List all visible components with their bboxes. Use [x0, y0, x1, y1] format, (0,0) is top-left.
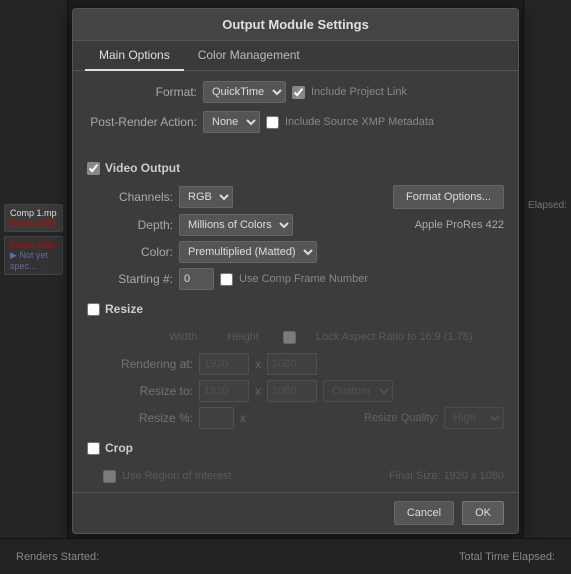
video-output-content: Channels: RGB Format Options... Depth: M…: [87, 185, 504, 290]
video-output-label: Video Output: [105, 161, 180, 175]
elapsed-label: Elapsed:: [528, 200, 567, 211]
use-region-checkbox[interactable]: [103, 470, 116, 483]
renders-started-section: Renders Started:: [16, 551, 99, 563]
resize-to-preset-select[interactable]: Custom: [323, 380, 393, 402]
resize-pct-row: Resize %: x Resize Quality: High: [103, 407, 504, 429]
crop-header: Crop: [87, 441, 504, 455]
rendering-at-row: Rendering at: x: [103, 353, 504, 375]
video-output-header: Video Output: [87, 161, 504, 175]
cancel-button[interactable]: Cancel: [394, 501, 454, 525]
width-col-label: Width: [163, 331, 203, 343]
lock-aspect-checkbox[interactable]: [283, 331, 296, 344]
color-row: Color: Premultiplied (Matted): [103, 241, 504, 263]
starting-num-input[interactable]: [179, 268, 214, 290]
channels-select[interactable]: RGB: [179, 186, 233, 208]
starting-num-label: Starting #:: [103, 272, 173, 286]
resize-header: Resize: [87, 302, 504, 316]
resize-pct-label: Resize %:: [103, 411, 193, 425]
format-select[interactable]: QuickTime: [203, 81, 286, 103]
crop-label: Crop: [105, 441, 133, 455]
renders-started-label: Renders Started:: [16, 551, 99, 563]
height-col-label: Height: [223, 331, 263, 343]
crop-content: Use Region of Interest Final Size: 1920 …: [87, 465, 504, 492]
dialog-body: Format: QuickTime Include Project Link P…: [73, 71, 518, 492]
format-row: Format: QuickTime Include Project Link: [87, 81, 504, 103]
resize-pct-w-input[interactable]: [199, 407, 234, 429]
include-source-xmp-checkbox[interactable]: [266, 116, 279, 129]
channels-row: Channels: RGB Format Options...: [103, 185, 504, 209]
resize-to-row: Resize to: x Custom: [103, 380, 504, 402]
resize-quality-select[interactable]: High: [444, 407, 504, 429]
starting-num-row: Starting #: Use Comp Frame Number: [103, 268, 504, 290]
resize-checkbox[interactable]: [87, 303, 100, 316]
resize-to-w-input[interactable]: [199, 380, 249, 402]
format-label: Format:: [87, 85, 197, 99]
use-comp-frame-label: Use Comp Frame Number: [239, 273, 368, 285]
channels-label: Channels:: [103, 190, 173, 204]
total-time-label: Total Time Elapsed:: [459, 551, 555, 563]
include-project-link-label: Include Project Link: [311, 86, 407, 98]
resize-label: Resize: [105, 302, 143, 316]
include-source-xmp-label: Include Source XMP Metadata: [285, 116, 434, 128]
tab-color-management[interactable]: Color Management: [184, 41, 314, 71]
output-module-dialog: Output Module Settings Main Options Colo…: [72, 8, 519, 534]
wh-header-row: Width Height Lock Aspect Ratio to 16:9 (…: [103, 326, 504, 348]
dialog-footer: Cancel OK: [73, 492, 518, 533]
codec-label: Apple ProRes 422: [415, 219, 504, 231]
include-project-link-checkbox[interactable]: [292, 86, 305, 99]
dialog-tabs: Main Options Color Management: [73, 41, 518, 71]
resize-to-label: Resize to:: [103, 384, 193, 398]
resize-content: Width Height Lock Aspect Ratio to 16:9 (…: [87, 326, 504, 429]
ok-button[interactable]: OK: [462, 501, 504, 525]
resize-to-h-input[interactable]: [267, 380, 317, 402]
use-region-label: Use Region of Interest: [122, 470, 231, 482]
crop-checkbox[interactable]: [87, 442, 100, 455]
resize-quality-label: Resize Quality:: [364, 412, 438, 424]
total-time-section: Total Time Elapsed:: [459, 551, 555, 563]
video-output-checkbox[interactable]: [87, 162, 100, 175]
color-label: Color:: [103, 245, 173, 259]
sidebar-item-2[interactable]: Errors Only ▶ Not yet spec...: [4, 236, 63, 275]
tab-main-options[interactable]: Main Options: [85, 41, 184, 71]
color-select[interactable]: Premultiplied (Matted): [179, 241, 317, 263]
post-render-label: Post-Render Action:: [87, 115, 197, 129]
depth-select[interactable]: Millions of Colors: [179, 214, 293, 236]
final-size-label: Final Size: 1920 x 1080: [389, 470, 504, 482]
dialog-title: Output Module Settings: [73, 9, 518, 41]
depth-label: Depth:: [103, 218, 173, 232]
bottom-bar: Renders Started: Total Time Elapsed:: [0, 538, 571, 574]
depth-row: Depth: Millions of Colors Apple ProRes 4…: [103, 214, 504, 236]
post-render-row: Post-Render Action: None Include Source …: [87, 111, 504, 133]
rendering-at-label: Rendering at:: [103, 357, 193, 371]
side-panel: Comp 1.mp4 Errors Only Errors Only ▶ Not…: [0, 0, 68, 574]
rendering-at-w-input: [199, 353, 249, 375]
sidebar-item-1[interactable]: Comp 1.mp4 Errors Only: [4, 204, 63, 232]
crop-roi-row: Use Region of Interest Final Size: 1920 …: [103, 465, 504, 487]
use-comp-frame-checkbox[interactable]: [220, 273, 233, 286]
right-panel: Elapsed:: [523, 0, 571, 574]
lock-aspect-label: Lock Aspect Ratio to 16:9 (1.78): [316, 331, 473, 343]
post-render-select[interactable]: None: [203, 111, 260, 133]
rendering-at-h-input: [267, 353, 317, 375]
format-options-button[interactable]: Format Options...: [393, 185, 504, 209]
